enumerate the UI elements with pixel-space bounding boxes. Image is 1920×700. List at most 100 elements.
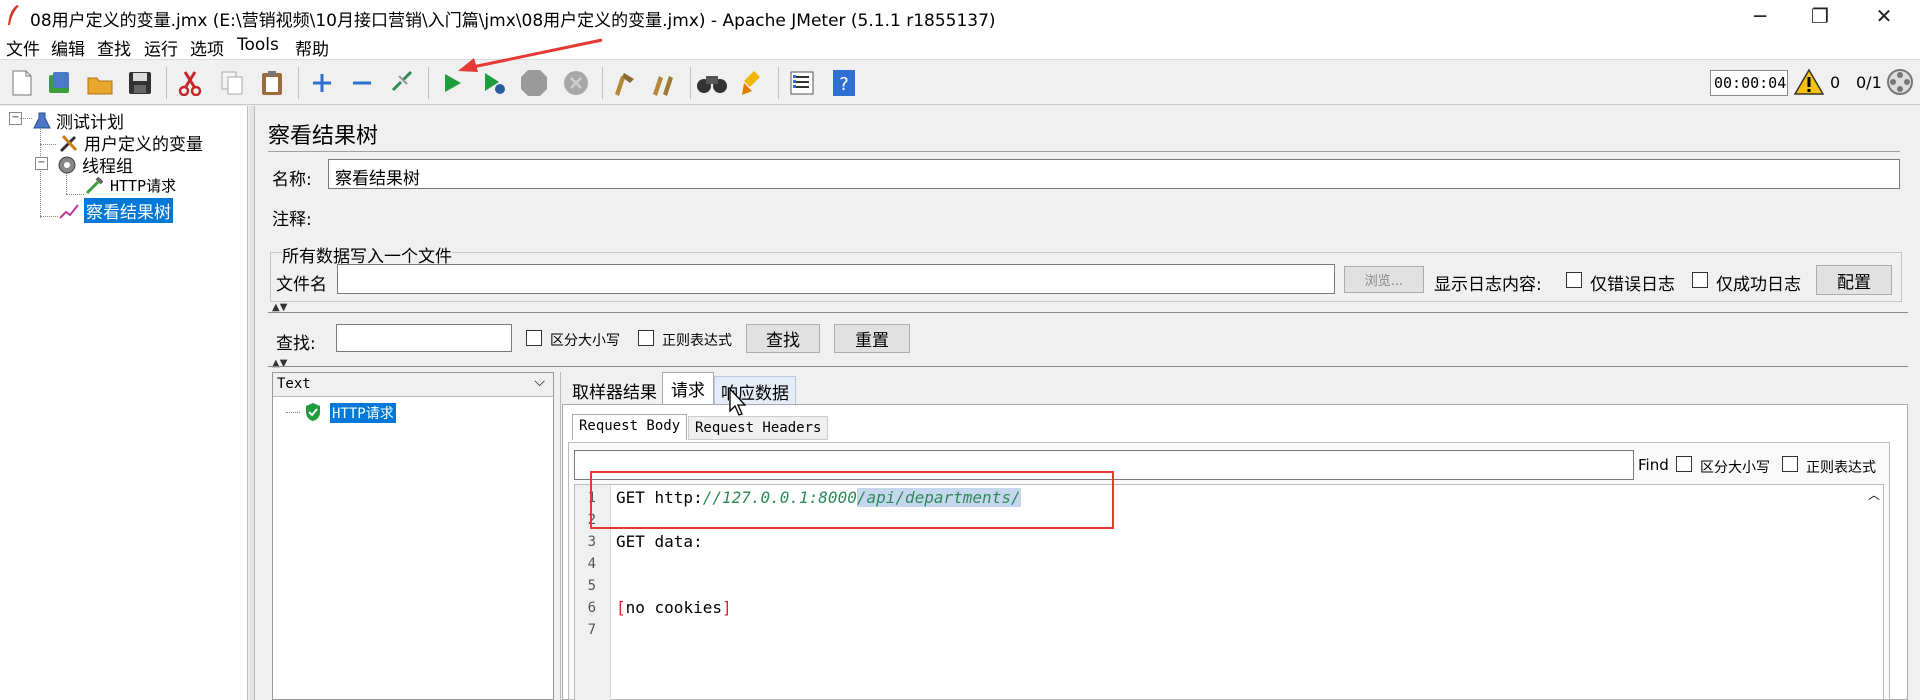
- cut-icon[interactable]: [174, 67, 206, 99]
- active-threads: 0/1: [1856, 73, 1882, 92]
- flask-icon: [33, 112, 51, 128]
- search-input[interactable]: [336, 324, 512, 352]
- paste-icon[interactable]: [256, 67, 288, 99]
- browse-button[interactable]: 浏览...: [1344, 266, 1424, 293]
- menu-file[interactable]: 文件: [6, 35, 40, 60]
- tree-item-http-request[interactable]: HTTP请求: [84, 174, 176, 196]
- copy-icon[interactable]: [216, 67, 248, 99]
- body-regex-checkbox[interactable]: [1782, 456, 1798, 472]
- function-helper-icon[interactable]: [786, 67, 818, 99]
- only-success-label: 仅成功日志: [1716, 275, 1801, 295]
- remote-status-icon: [1887, 69, 1913, 95]
- expand-icon[interactable]: [306, 67, 338, 99]
- only-errors-checkbox[interactable]: [1566, 272, 1582, 288]
- wrench-icon: [59, 134, 78, 152]
- body-regex-label: 正则表达式: [1806, 460, 1876, 476]
- configure-button[interactable]: 配置: [1816, 265, 1892, 295]
- body-case-sensitive-checkbox[interactable]: [1676, 456, 1692, 472]
- code-line-3: GET data:: [616, 532, 703, 551]
- code-line-6: [no cookies]: [616, 598, 732, 617]
- title-bar: 08用户定义的变量.jmx (E:\营销视频\10月接口营销\入门篇\jmx\0…: [0, 0, 1920, 32]
- name-input[interactable]: 察看结果树: [328, 159, 1900, 189]
- subtab-request-body[interactable]: Request Body: [572, 414, 688, 440]
- tab-request[interactable]: 请求: [662, 372, 714, 407]
- open-icon[interactable]: [84, 67, 116, 99]
- subtab-request-headers[interactable]: Request Headers: [688, 416, 829, 440]
- comment-label: 注释:: [272, 210, 312, 230]
- close-button[interactable]: ✕: [1856, 0, 1912, 32]
- chevron-down-icon: ⌵: [534, 374, 545, 390]
- collapse-icon[interactable]: [346, 67, 378, 99]
- menu-help[interactable]: 帮助: [295, 35, 329, 60]
- clear-all-icon[interactable]: [648, 67, 680, 99]
- menu-bar: 文件 编辑 查找 运行 选项 Tools 帮助: [0, 32, 1920, 60]
- only-success-checkbox[interactable]: [1692, 272, 1708, 288]
- warning-icon[interactable]: [1794, 68, 1824, 96]
- filename-label: 文件名: [276, 275, 327, 295]
- body-case-sensitive-label: 区分大小写: [1700, 460, 1770, 476]
- tree-item-view-results-tree[interactable]: 察看结果树: [58, 198, 173, 223]
- test-plan-tree: − − 测试计划 用户定义的变量 线程组 HTTP请求 察看结果树: [0, 106, 248, 700]
- graph-icon: [59, 203, 79, 219]
- svg-text:?: ?: [839, 74, 849, 95]
- renderer-select[interactable]: Text ⌵: [273, 373, 553, 397]
- only-errors-label: 仅错误日志: [1590, 275, 1675, 295]
- regex-checkbox[interactable]: [638, 330, 654, 346]
- annotation-arrow-icon: [458, 38, 603, 72]
- collapse-thread-group-icon[interactable]: −: [35, 157, 48, 170]
- line-number: 6: [587, 600, 596, 616]
- toolbar: ?: [0, 61, 1920, 105]
- warning-count: 0: [1830, 73, 1841, 92]
- save-icon[interactable]: [124, 67, 156, 99]
- case-sensitive-checkbox[interactable]: [526, 330, 542, 346]
- clear-icon[interactable]: [608, 67, 640, 99]
- minimize-button[interactable]: ─: [1732, 0, 1788, 32]
- menu-edit[interactable]: 编辑: [51, 35, 85, 60]
- name-label: 名称:: [272, 170, 312, 190]
- jmeter-feather-icon: [8, 5, 19, 25]
- toggle-icon[interactable]: [386, 67, 418, 99]
- splitter-arrows-icon[interactable]: ▲▼: [272, 358, 287, 369]
- regex-label: 正则表达式: [662, 333, 732, 349]
- mouse-cursor-icon: [729, 388, 746, 416]
- reset-search-icon[interactable]: [736, 67, 768, 99]
- comment-input[interactable]: [322, 198, 1900, 230]
- code-bracket: ]: [721, 598, 732, 617]
- chevron-up-icon: ︿: [1868, 488, 1881, 502]
- elapsed-timer: 00:00:04: [1710, 70, 1788, 96]
- line-number: 3: [587, 534, 596, 550]
- search-label: 查找:: [276, 334, 316, 354]
- renderer-value: Text: [277, 376, 311, 392]
- line-number: 4: [587, 556, 596, 572]
- editor-scrollbar[interactable]: ︿: [1866, 486, 1882, 700]
- search-icon[interactable]: [696, 67, 728, 99]
- menu-tools[interactable]: Tools: [237, 35, 279, 55]
- find-button[interactable]: 查找: [746, 324, 820, 353]
- menu-options[interactable]: 选项: [190, 35, 224, 60]
- success-shield-icon: [306, 403, 320, 421]
- line-number: 7: [587, 622, 596, 638]
- window-title: 08用户定义的变量.jmx (E:\营销视频\10月接口营销\入门篇\jmx\0…: [30, 11, 996, 31]
- code-bracket: [: [616, 598, 626, 617]
- line-number: 5: [587, 578, 596, 594]
- new-icon[interactable]: [6, 67, 38, 99]
- code-cookies-text: no cookies: [625, 598, 722, 617]
- menu-search[interactable]: 查找: [97, 35, 131, 60]
- tree-item-label: 察看结果树: [84, 198, 173, 223]
- log-content-label: 显示日志内容:: [1434, 275, 1542, 295]
- panel-title: 察看结果树: [268, 124, 379, 149]
- reset-button[interactable]: 重置: [834, 324, 910, 353]
- pane-splitter[interactable]: [249, 106, 255, 700]
- help-icon[interactable]: ?: [828, 67, 860, 99]
- case-sensitive-label: 区分大小写: [550, 333, 620, 349]
- result-item-http-request[interactable]: HTTP请求: [330, 403, 396, 423]
- menu-run[interactable]: 运行: [144, 35, 178, 60]
- tab-response-data[interactable]: 响应数据: [714, 376, 796, 406]
- pipette-icon: [85, 176, 104, 195]
- body-find-label: Find: [1638, 456, 1669, 474]
- templates-icon[interactable]: [44, 67, 76, 99]
- tab-sampler-result[interactable]: 取样器结果: [566, 376, 663, 405]
- filename-input[interactable]: [337, 264, 1335, 294]
- tree-item-label: HTTP请求: [110, 176, 177, 195]
- restore-button[interactable]: ❐: [1792, 0, 1848, 32]
